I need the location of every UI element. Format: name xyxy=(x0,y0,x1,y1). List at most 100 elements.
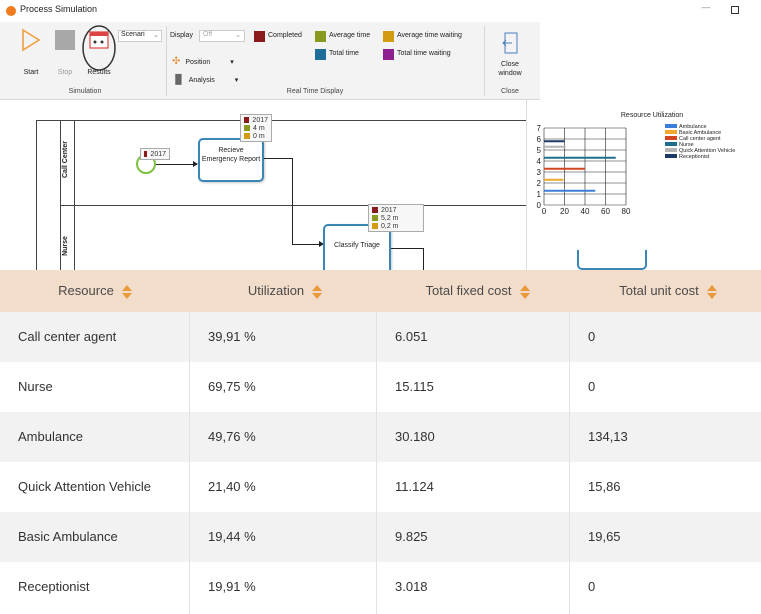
header-label: Resource xyxy=(58,283,114,298)
sort-icon[interactable] xyxy=(706,284,717,299)
legend-swatch xyxy=(665,148,677,152)
table-row[interactable]: Quick Attention Vehicle 21,40 % 11.124 1… xyxy=(0,462,761,512)
x-tick-label: 40 xyxy=(581,207,590,216)
x-tick-label: 20 xyxy=(560,207,569,216)
cell-total-fixed-cost: 9.825 xyxy=(395,529,428,544)
close-group-label: Close xyxy=(501,88,519,95)
move-icon: ✣ xyxy=(172,56,181,67)
legend-swatch xyxy=(665,154,677,158)
cell-total-fixed-cost: 11.124 xyxy=(395,479,434,494)
table-row[interactable]: Basic Ambulance 19,44 % 9.825 19,65 xyxy=(0,512,761,562)
header-label: Utilization xyxy=(247,283,305,298)
sequence-flow xyxy=(292,158,293,244)
sort-icon[interactable] xyxy=(121,284,132,299)
cell-utilization: 69,75 % xyxy=(208,379,256,394)
bar-chart-icon: ▐▌ xyxy=(172,74,185,84)
column-header-resource[interactable]: Resource xyxy=(0,270,190,312)
start-label: Start xyxy=(23,69,39,76)
position-label: Position xyxy=(185,59,211,66)
resource-utilization-chart: Resource Utilization 0 20 40 60 8001234567 A… xyxy=(537,112,736,216)
table-row[interactable]: Ambulance 49,76 % 30.180 134,13 xyxy=(0,412,761,462)
column-divider xyxy=(569,312,570,614)
cell-total-unit-cost: 15,86 xyxy=(588,479,621,494)
close-window-button[interactable]: Close window xyxy=(492,30,528,88)
start-button[interactable]: Start xyxy=(18,28,44,76)
x-tick-label: 60 xyxy=(601,207,610,216)
cell-resource: Call center agent xyxy=(18,329,117,344)
stat-completed: 2017 xyxy=(381,206,397,214)
chart-axes: 0 20 40 60 8001234567 xyxy=(537,124,631,216)
start-event-stats: 2017 xyxy=(140,148,170,160)
app-logo-icon xyxy=(6,6,16,16)
results-icon xyxy=(82,25,116,71)
sequence-flow xyxy=(292,244,322,245)
average-time-waiting-label: Average time waiting xyxy=(397,32,462,39)
scenario-value: Scenari xyxy=(121,31,145,38)
cell-total-fixed-cost: 15.115 xyxy=(395,379,434,394)
table-row[interactable]: Nurse 69,75 % 15.115 0 xyxy=(0,362,761,412)
cell-utilization: 39,91 % xyxy=(208,329,256,344)
results-table: Resource Utilization Total fixed cost To… xyxy=(0,270,761,614)
stat-average-time: 4 m xyxy=(253,124,265,132)
y-tick-label: 3 xyxy=(537,168,542,177)
header-label: Total fixed cost xyxy=(425,283,512,298)
cell-utilization: 21,40 % xyxy=(208,479,256,494)
display-value: Off xyxy=(203,31,213,38)
sort-icon[interactable] xyxy=(519,284,530,299)
title-bar: Process Simulation — xyxy=(0,0,761,22)
task-recieve-emergency-report[interactable]: Recieve Emergency Report xyxy=(198,138,264,182)
x-tick-label: 80 xyxy=(622,207,631,216)
average-time-swatch xyxy=(315,31,326,42)
chart-title: Resource Utilization xyxy=(621,112,683,119)
cell-total-unit-cost: 0 xyxy=(588,379,596,394)
cell-total-unit-cost: 134,13 xyxy=(588,429,628,444)
legend-swatch xyxy=(665,136,677,140)
analysis-label: Analysis xyxy=(188,77,215,84)
total-time-waiting-swatch xyxy=(383,49,394,60)
column-header-total-unit-cost[interactable]: Total unit cost xyxy=(575,270,761,312)
display-dropdown[interactable]: Off ⌄ xyxy=(199,30,245,42)
position-menu[interactable]: ✣ Position ▾ xyxy=(172,56,234,67)
completed-label: Completed xyxy=(268,32,302,39)
stop-label: Stop xyxy=(57,69,73,76)
cell-total-fixed-cost: 3.018 xyxy=(395,579,428,594)
play-icon xyxy=(22,28,41,52)
stat-average-waiting: 0 m xyxy=(253,132,265,140)
close-window-label: Close window xyxy=(498,61,522,77)
cell-total-fixed-cost: 6.051 xyxy=(395,329,428,344)
column-header-total-fixed-cost[interactable]: Total fixed cost xyxy=(380,270,575,312)
chevron-down-icon: ⌄ xyxy=(153,32,159,39)
column-header-utilization[interactable]: Utilization xyxy=(190,270,380,312)
legend-swatch xyxy=(665,142,677,146)
stop-icon xyxy=(55,30,75,50)
stop-button[interactable]: Stop xyxy=(52,28,78,76)
minimize-button[interactable]: — xyxy=(700,2,712,16)
column-divider xyxy=(376,312,377,614)
table-row[interactable]: Receptionist 19,91 % 3.018 0 xyxy=(0,562,761,612)
y-tick-label: 6 xyxy=(537,135,542,144)
scenario-dropdown[interactable]: Scenari ⌄ xyxy=(118,30,162,42)
cell-resource: Receptionist xyxy=(18,579,90,594)
cell-utilization: 19,91 % xyxy=(208,579,256,594)
average-time-waiting-swatch xyxy=(383,31,394,42)
maximize-button[interactable] xyxy=(731,6,739,14)
task1-stats: 2017 4 m 0 m xyxy=(240,114,272,142)
cell-utilization: 49,76 % xyxy=(208,429,256,444)
exit-icon xyxy=(502,32,518,54)
total-time-swatch xyxy=(315,49,326,60)
cell-total-unit-cost: 19,65 xyxy=(588,529,621,544)
window-title: Process Simulation xyxy=(20,4,98,14)
table-header: Resource Utilization Total fixed cost To… xyxy=(0,270,761,312)
results-label: Results xyxy=(87,69,111,76)
cell-resource: Quick Attention Vehicle xyxy=(18,479,151,494)
results-button[interactable]: Results xyxy=(82,25,116,76)
separator xyxy=(484,26,485,96)
cell-resource: Basic Ambulance xyxy=(18,529,118,544)
lane-header-divider xyxy=(74,120,75,270)
table-row[interactable]: Call center agent 39,91 % 6.051 0 xyxy=(0,312,761,362)
y-tick-label: 0 xyxy=(537,201,542,210)
sort-icon[interactable] xyxy=(312,284,323,299)
dropdown-arrow-icon: ▾ xyxy=(234,77,239,84)
analysis-menu[interactable]: ▐▌ Analysis ▾ xyxy=(172,74,238,84)
sequence-flow xyxy=(264,158,292,159)
